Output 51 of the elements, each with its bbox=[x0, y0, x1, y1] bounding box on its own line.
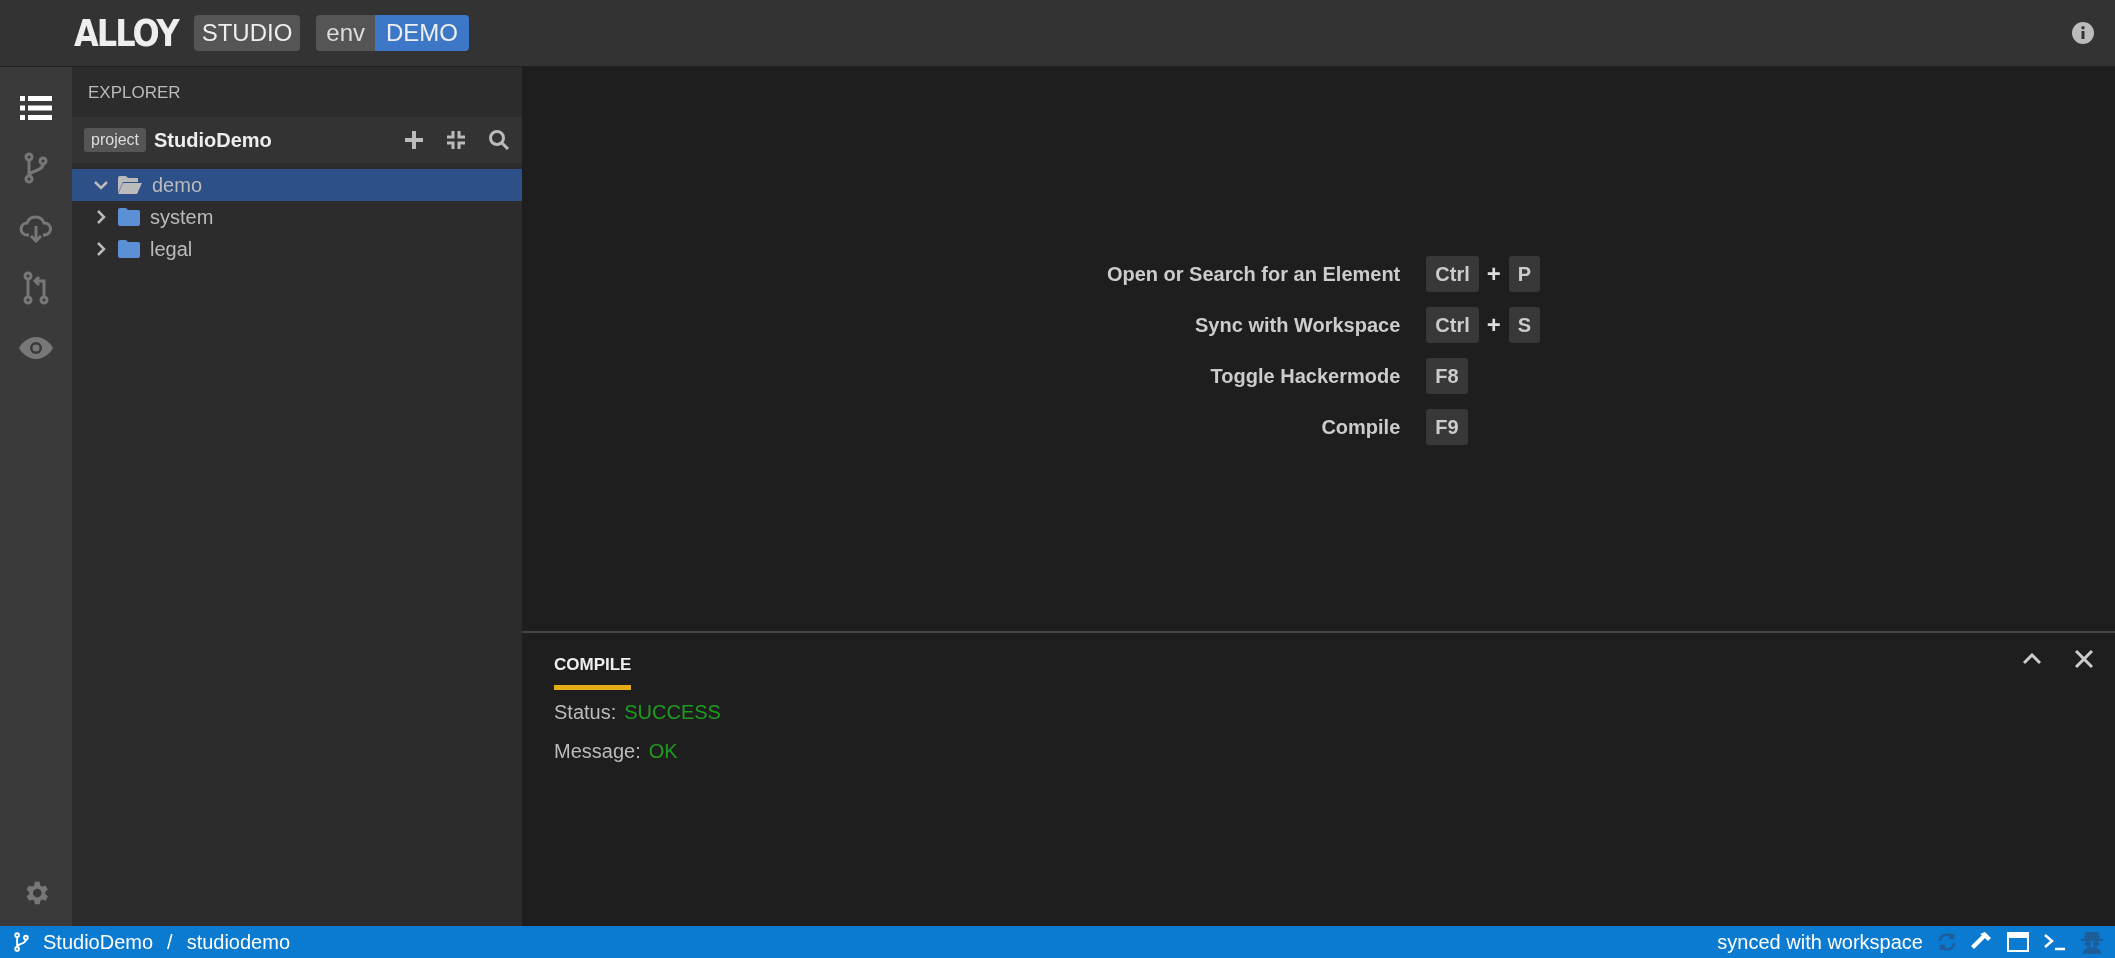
window-icon[interactable] bbox=[2007, 932, 2029, 952]
list-icon bbox=[20, 95, 52, 121]
tree-item[interactable]: demo bbox=[72, 169, 522, 201]
logo: ALLOY bbox=[74, 11, 178, 55]
project-name[interactable]: StudioDemo bbox=[43, 930, 154, 954]
branch-icon bbox=[14, 932, 29, 952]
branch-icon bbox=[24, 152, 48, 184]
field-value: SUCCESS bbox=[624, 701, 721, 724]
panel-tab[interactable]: COMPILE bbox=[554, 640, 632, 690]
info-icon[interactable] bbox=[2071, 21, 2095, 45]
key-joiner: + bbox=[1486, 311, 1501, 339]
key-cap: Ctrl bbox=[1426, 307, 1479, 343]
project-tag: project bbox=[84, 128, 147, 152]
key-cap: P bbox=[1508, 256, 1541, 292]
tree-item[interactable]: legal bbox=[72, 233, 522, 265]
cloud-download-icon bbox=[19, 213, 53, 243]
environment-label: env bbox=[316, 15, 375, 51]
add-icon[interactable] bbox=[404, 130, 424, 150]
shortcut-label: Open or Search for an Element bbox=[1106, 262, 1401, 287]
product-badge: STUDIO bbox=[193, 15, 301, 51]
field-label: Status: bbox=[554, 701, 617, 724]
project-name: StudioDemo bbox=[154, 128, 273, 152]
key-cap: F8 bbox=[1426, 358, 1468, 394]
key-cap: Ctrl bbox=[1426, 256, 1479, 292]
collapse-icon[interactable] bbox=[446, 130, 466, 150]
folder-icon bbox=[118, 208, 140, 226]
branch-name[interactable]: studiodemo bbox=[186, 930, 291, 954]
close-icon[interactable] bbox=[2075, 650, 2093, 668]
search-icon[interactable] bbox=[488, 129, 510, 151]
shortcut-label: Compile bbox=[1320, 415, 1401, 440]
environment-name: DEMO bbox=[375, 15, 469, 51]
folder-icon bbox=[118, 240, 140, 258]
panel-title: EXPLORER bbox=[87, 82, 182, 104]
shortcut-label: Sync with Workspace bbox=[1194, 313, 1401, 338]
field-value: OK bbox=[648, 740, 678, 763]
chevron-right-icon bbox=[94, 210, 108, 224]
chevron-up-icon[interactable] bbox=[2023, 653, 2041, 665]
tree-item[interactable]: system bbox=[72, 201, 522, 233]
sync-status: synced with workspace bbox=[1717, 930, 1923, 954]
key-joiner: + bbox=[1486, 260, 1501, 288]
open-folder-icon bbox=[118, 176, 142, 194]
pull-request-icon bbox=[23, 271, 49, 305]
key-cap: F9 bbox=[1426, 409, 1468, 445]
key-cap: S bbox=[1508, 307, 1541, 343]
field-label: Message: bbox=[554, 740, 641, 763]
terminal-icon[interactable] bbox=[2043, 933, 2067, 951]
eye-icon bbox=[18, 336, 54, 360]
path-separator: / bbox=[167, 930, 173, 954]
chevron-right-icon bbox=[94, 242, 108, 256]
shortcut-label: Toggle Hackermode bbox=[1209, 364, 1401, 389]
chevron-down-icon bbox=[94, 180, 108, 190]
